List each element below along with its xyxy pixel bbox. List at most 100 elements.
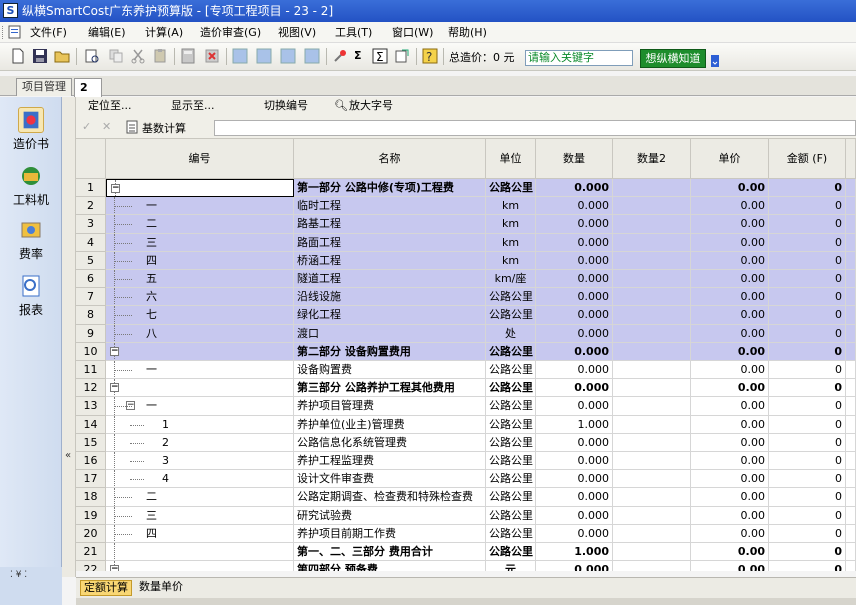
sidebar-splitter[interactable]: « [62,97,76,577]
move-down-icon[interactable] [304,48,320,64]
quantity-cell[interactable]: 1.000 [536,543,613,562]
toolbar-options-chevron-icon[interactable] [710,54,720,68]
collapse-toggle-icon[interactable]: − [111,184,120,193]
column-header-unit-price[interactable]: 单价 [691,139,769,179]
row-number-cell[interactable]: 17 [76,470,106,489]
amount-cell[interactable]: 0 [769,470,846,489]
base-calc-button[interactable]: 基数计算 [142,120,186,136]
quantity-cell[interactable]: 0.000 [536,324,613,343]
name-cell[interactable]: 第四部分 预备费 [294,561,486,571]
quantity2-cell[interactable] [613,197,691,216]
quantity-cell[interactable]: 0.000 [536,470,613,489]
tab-project-management[interactable]: 项目管理 [16,78,72,96]
unit-cell[interactable]: km [486,251,536,270]
table-row[interactable]: 7 六沿线设施 公路公里 0.000 0.00 0 [76,288,856,307]
name-cell[interactable]: 公路信息化系统管理费 [294,433,486,452]
formula-input[interactable] [214,120,856,136]
name-cell[interactable]: 隧道工程 [294,270,486,289]
unit-price-cell[interactable]: 0.00 [691,270,769,289]
window-title-bar[interactable]: S 纵横SmartCost广东养护预算版 - [专项工程项目 - 23 - 2] [0,0,856,22]
quantity2-cell[interactable] [613,379,691,398]
row-number-cell[interactable]: 16 [76,452,106,471]
zoom-font-icon[interactable]: 🔍︎ [334,97,348,115]
amount-cell[interactable]: 0 [769,488,846,507]
code-cell[interactable]: 二 [106,215,294,234]
row-number-cell[interactable]: 15 [76,433,106,452]
quantity2-cell[interactable] [613,342,691,361]
table-row[interactable]: 11 一设备购置费 公路公里 0.000 0.00 0 [76,361,856,380]
table-row[interactable]: 8 七绿化工程 公路公里 0.000 0.00 0 [76,306,856,325]
amount-cell[interactable]: 0 [769,415,846,434]
extra-cell[interactable] [846,197,856,216]
quantity-cell[interactable]: 0.000 [536,288,613,307]
table-row[interactable]: 2 一临时工程 km 0.000 0.00 0 [76,197,856,216]
copy-disabled-icon[interactable] [108,48,124,64]
name-cell[interactable]: 路基工程 [294,215,486,234]
table-row[interactable]: 5 四桥涵工程 km 0.000 0.00 0 [76,251,856,270]
quantity-cell[interactable]: 0.000 [536,342,613,361]
table-row[interactable]: 15 2 公路信息化系统管理费 公路公里 0.000 0.00 0 [76,433,856,452]
quantity-cell[interactable]: 0.000 [536,561,613,571]
code-cell[interactable]: 五 [106,270,294,289]
menu-edit[interactable]: 编辑(E) [88,22,126,43]
move-up-icon[interactable] [280,48,296,64]
unit-price-cell[interactable]: 0.00 [691,251,769,270]
row-number-cell[interactable]: 4 [76,233,106,252]
unit-price-cell[interactable]: 0.00 [691,215,769,234]
extra-cell[interactable] [846,379,856,398]
quantity2-cell[interactable] [613,306,691,325]
extra-cell[interactable] [846,233,856,252]
code-cell[interactable]: 一 [106,197,294,216]
code-cell[interactable]: − [106,561,294,571]
unit-cell[interactable]: 公路公里 [486,433,536,452]
name-cell[interactable]: 第二部分 设备购置费用 [294,342,486,361]
row-number-cell[interactable]: 13 [76,397,106,416]
name-cell[interactable]: 研究试验费 [294,506,486,525]
quantity2-cell[interactable] [613,415,691,434]
name-cell[interactable]: 设计文件审查费 [294,470,486,489]
unit-price-cell[interactable]: 0.00 [691,342,769,361]
row-number-cell[interactable]: 18 [76,488,106,507]
code-cell[interactable]: − [106,379,294,398]
name-cell[interactable]: 桥涵工程 [294,251,486,270]
quantity2-cell[interactable] [613,233,691,252]
row-number-cell[interactable]: 21 [76,543,106,562]
amount-cell[interactable]: 0 [769,543,846,562]
collapse-toggle-icon[interactable]: − [110,565,119,571]
extra-cell[interactable] [846,179,856,198]
quantity-cell[interactable]: 0.000 [536,506,613,525]
unit-price-cell[interactable]: 0.00 [691,179,769,198]
code-cell[interactable] [106,543,294,562]
column-header-quantity2[interactable]: 数量2 [613,139,691,179]
print-preview-icon[interactable] [84,48,100,64]
menu-cost-review[interactable]: 造价审查(G) [200,22,261,43]
extra-cell[interactable] [846,251,856,270]
code-cell[interactable]: − [106,342,294,361]
code-cell[interactable]: 三 [106,233,294,252]
unit-price-cell[interactable]: 0.00 [691,415,769,434]
column-header-unit[interactable]: 单位 [486,139,536,179]
paste-icon[interactable] [152,48,168,64]
unit-cell[interactable]: km/座 [486,270,536,289]
name-cell[interactable]: 绿化工程 [294,306,486,325]
extra-cell[interactable] [846,270,856,289]
quantity2-cell[interactable] [613,288,691,307]
name-cell[interactable]: 养护项目管理费 [294,397,486,416]
extra-cell[interactable] [846,288,856,307]
table-row[interactable]: 10− 第二部分 设备购置费用 公路公里 0.000 0.00 0 [76,342,856,361]
amount-cell[interactable]: 0 [769,397,846,416]
new-file-icon[interactable] [10,48,26,64]
name-cell[interactable]: 养护工程监理费 [294,452,486,471]
quantity2-cell[interactable] [613,397,691,416]
table-row[interactable]: 18 二公路定期调查、检查费和特殊检查费 公路公里 0.000 0.00 0 [76,488,856,507]
unit-cell[interactable]: 元 [486,561,536,571]
quantity-cell[interactable]: 0.000 [536,361,613,380]
table-row[interactable]: 12− 第三部分 公路养护工程其他费用 公路公里 0.000 0.00 0 [76,379,856,398]
unit-cell[interactable]: 公路公里 [486,524,536,543]
code-cell[interactable]: 六 [106,288,294,307]
unit-price-cell[interactable]: 0.00 [691,379,769,398]
quantity-cell[interactable]: 0.000 [536,488,613,507]
name-cell[interactable]: 渡口 [294,324,486,343]
table-row[interactable]: 13− 一养护项目管理费 公路公里 0.000 0.00 0 [76,397,856,416]
unit-price-cell[interactable]: 0.00 [691,324,769,343]
